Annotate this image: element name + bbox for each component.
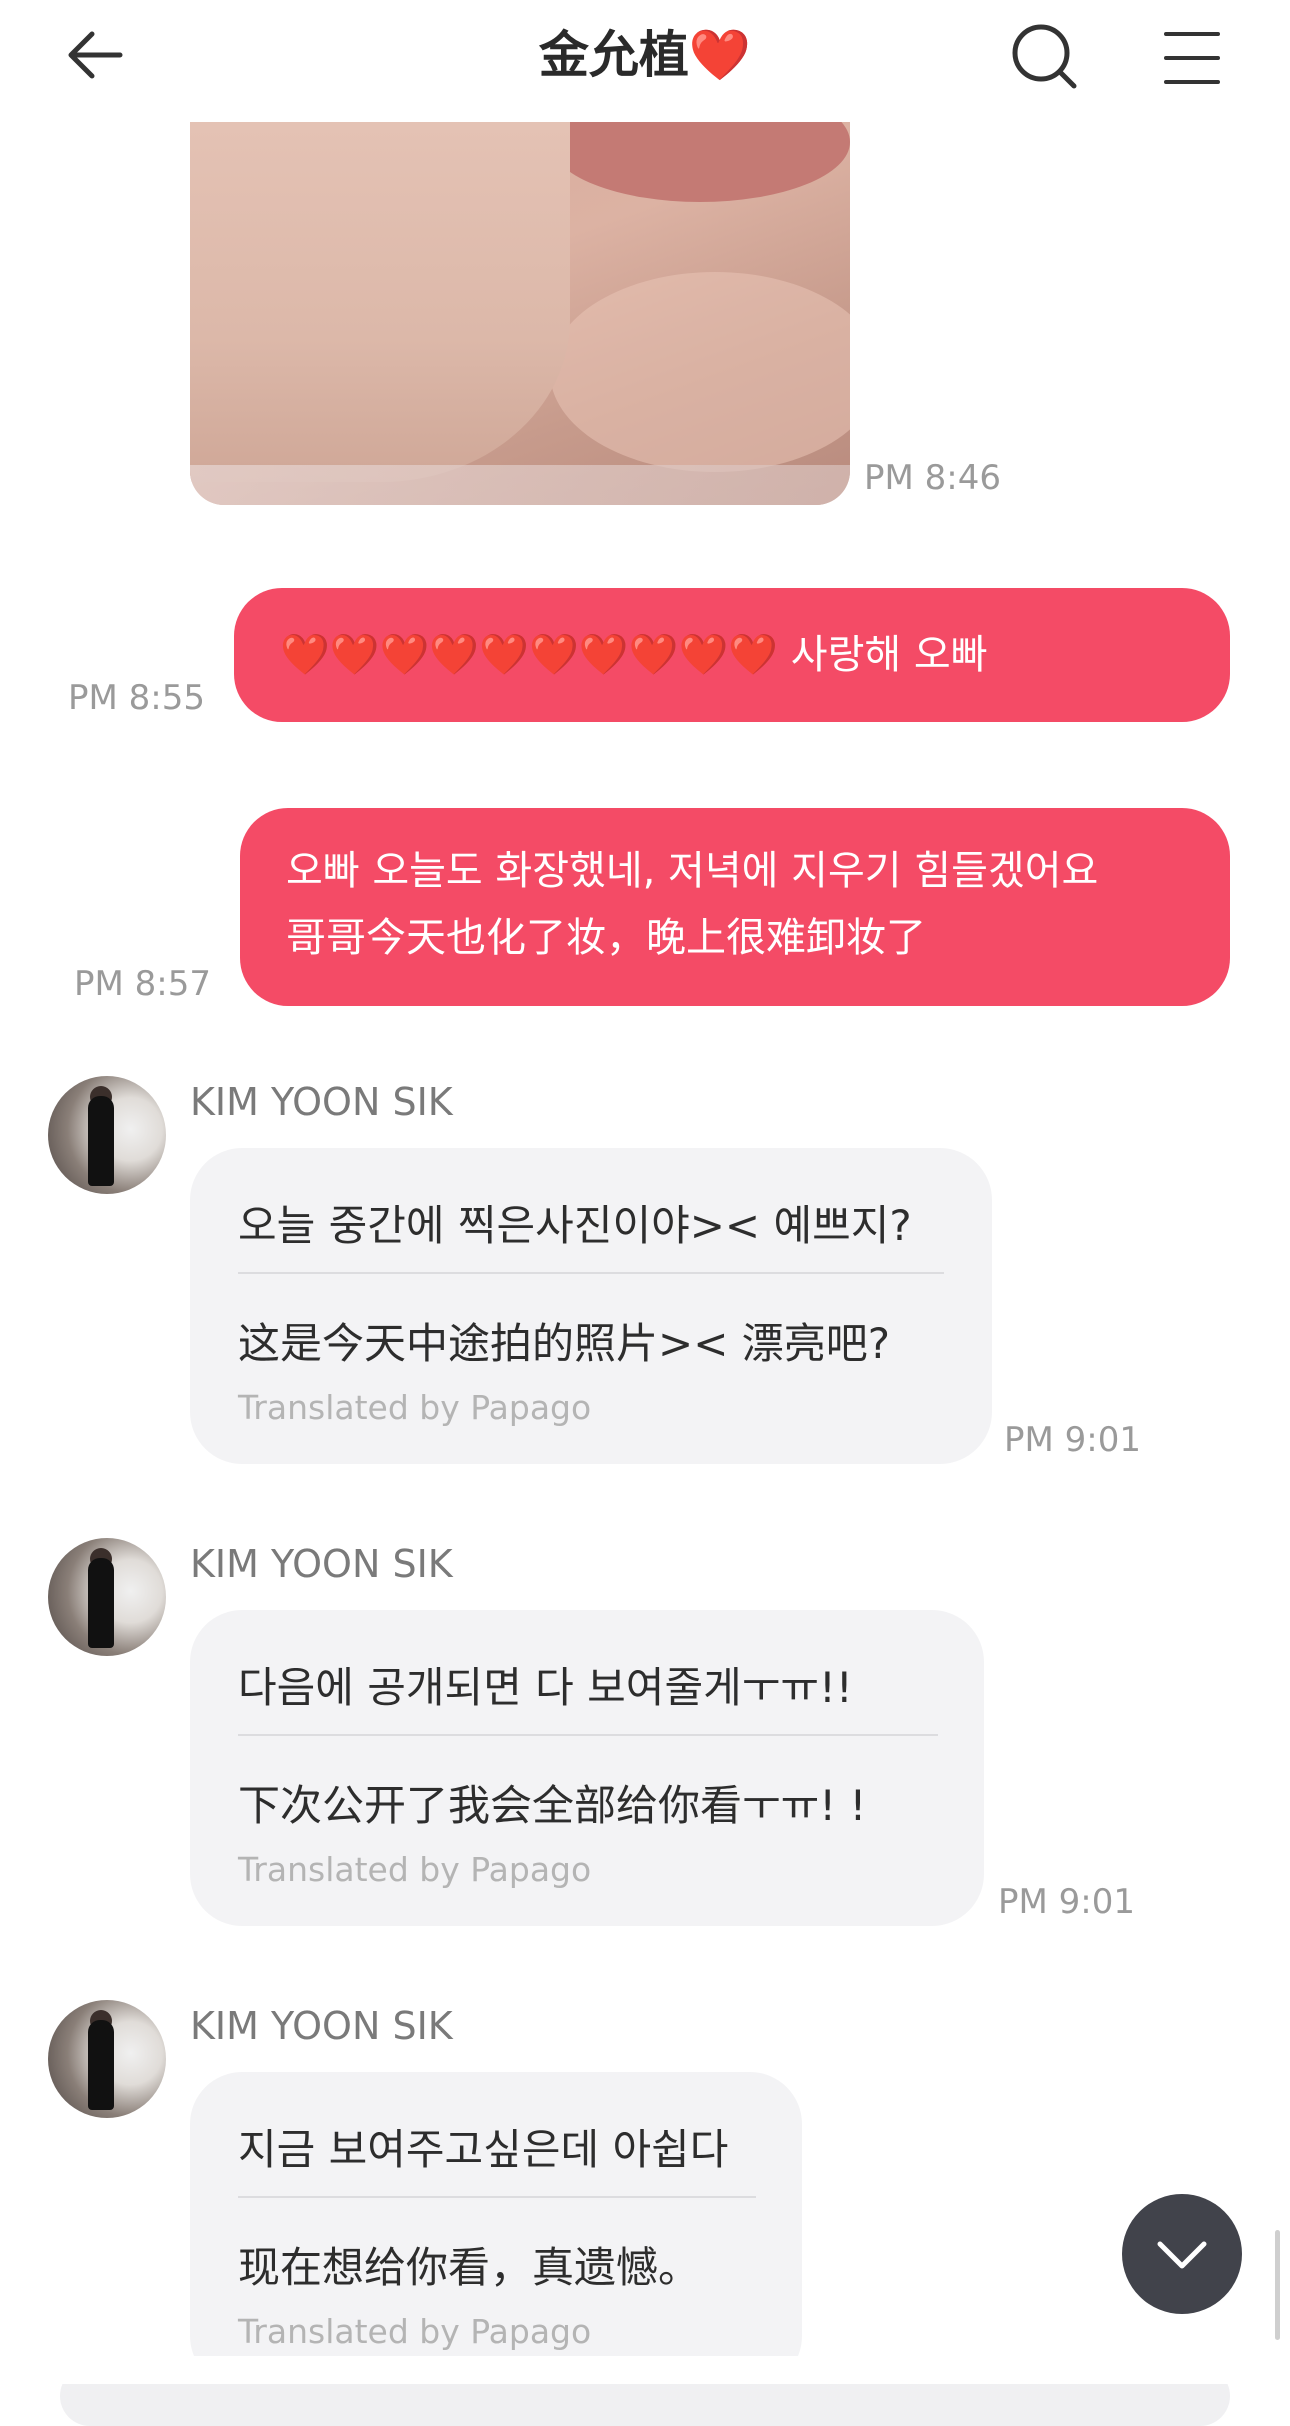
sender-name: KIM YOON SIK xyxy=(190,2004,453,2048)
message-text-korean: 오늘 중간에 찍은사진이야>< 예쁘지? xyxy=(238,1201,912,1250)
message-text-chinese: 这是今天中途拍的照片>< 漂亮吧? xyxy=(238,1319,891,1368)
scroll-to-bottom-button[interactable] xyxy=(1122,2194,1242,2314)
message-text-chinese: 现在想给你看，真遗憾。 xyxy=(238,2243,701,2292)
message-time: PM 9:01 xyxy=(1004,1420,1141,1460)
photo-content-chin xyxy=(550,272,850,472)
message-time: PM 9:01 xyxy=(998,1882,1135,1922)
photo-message[interactable] xyxy=(190,122,850,505)
search-icon xyxy=(1012,24,1077,89)
translation-credit: Translated by Papago xyxy=(238,1850,592,1889)
avatar[interactable] xyxy=(48,1076,166,1194)
photo-content-collar xyxy=(190,465,850,505)
message-text-chinese: 下次公开了我会全部给你看ㅜㅠ! ! xyxy=(238,1781,867,1830)
translation-divider xyxy=(238,1734,938,1736)
incoming-message[interactable]: 지금 보여주고싶은데 아쉽다 现在想给你看，真遗憾。 Translated by… xyxy=(190,2072,802,2388)
chevron-down-icon xyxy=(1157,2241,1207,2269)
photo-content-lip xyxy=(550,122,850,202)
scrollbar[interactable] xyxy=(1275,2230,1280,2340)
message-time: PM 8:46 xyxy=(864,458,1001,498)
hearts-emoji: ❤️❤️❤️❤️❤️❤️❤️❤️❤️❤️ xyxy=(280,632,779,678)
avatar[interactable] xyxy=(48,1538,166,1656)
avatar[interactable] xyxy=(48,2000,166,2118)
chat-header: 金允植❤️ xyxy=(0,0,1290,122)
message-text-korean: 오빠 오늘도 화장했네, 저녁에 지우기 힘들겠어요 xyxy=(286,848,1099,894)
avatar-figure-body xyxy=(88,2020,114,2110)
message-time: PM 8:57 xyxy=(74,964,211,1004)
incoming-message[interactable]: 다음에 공개되면 다 보여줄게ㅜㅠ!! 下次公开了我会全部给你看ㅜㅠ! ! Tr… xyxy=(190,1610,984,1926)
search-button[interactable] xyxy=(1010,22,1080,92)
translation-divider xyxy=(238,1272,944,1274)
avatar-figure-body xyxy=(88,1096,114,1186)
sender-name: KIM YOON SIK xyxy=(190,1542,453,1586)
photo-content-hand xyxy=(190,122,570,482)
chat-title-text: 金允植 xyxy=(538,26,689,84)
hamburger-menu-icon xyxy=(1164,32,1220,84)
sender-name: KIM YOON SIK xyxy=(190,1080,453,1124)
message-time: PM 8:55 xyxy=(68,678,205,718)
chat-title: 金允植❤️ xyxy=(0,22,1290,88)
bottom-mask xyxy=(0,2356,1290,2384)
message-text-korean: 다음에 공개되면 다 보여줄게ㅜㅠ!! xyxy=(238,1663,853,1712)
outgoing-message[interactable]: ❤️❤️❤️❤️❤️❤️❤️❤️❤️❤️ 사랑해 오빠 xyxy=(234,588,1230,722)
translation-divider xyxy=(238,2196,756,2198)
menu-button[interactable] xyxy=(1160,26,1224,90)
message-text-chinese: 哥哥今天也化了妆，晚上很难卸妆了 xyxy=(286,915,926,961)
translation-credit: Translated by Papago xyxy=(238,2312,592,2351)
message-text: 사랑해 오빠 xyxy=(790,632,988,678)
heart-emoji: ❤️ xyxy=(688,26,752,84)
translation-credit: Translated by Papago xyxy=(238,1388,592,1427)
avatar-figure-body xyxy=(88,1558,114,1648)
message-text-korean: 지금 보여주고싶은데 아쉽다 xyxy=(238,2125,729,2174)
incoming-message[interactable]: 오늘 중간에 찍은사진이야>< 예쁘지? 这是今天中途拍的照片>< 漂亮吧? T… xyxy=(190,1148,992,1464)
outgoing-message[interactable]: 오빠 오늘도 화장했네, 저녁에 지우기 힘들겠어요 哥哥今天也化了妆，晚上很难… xyxy=(240,808,1230,1006)
